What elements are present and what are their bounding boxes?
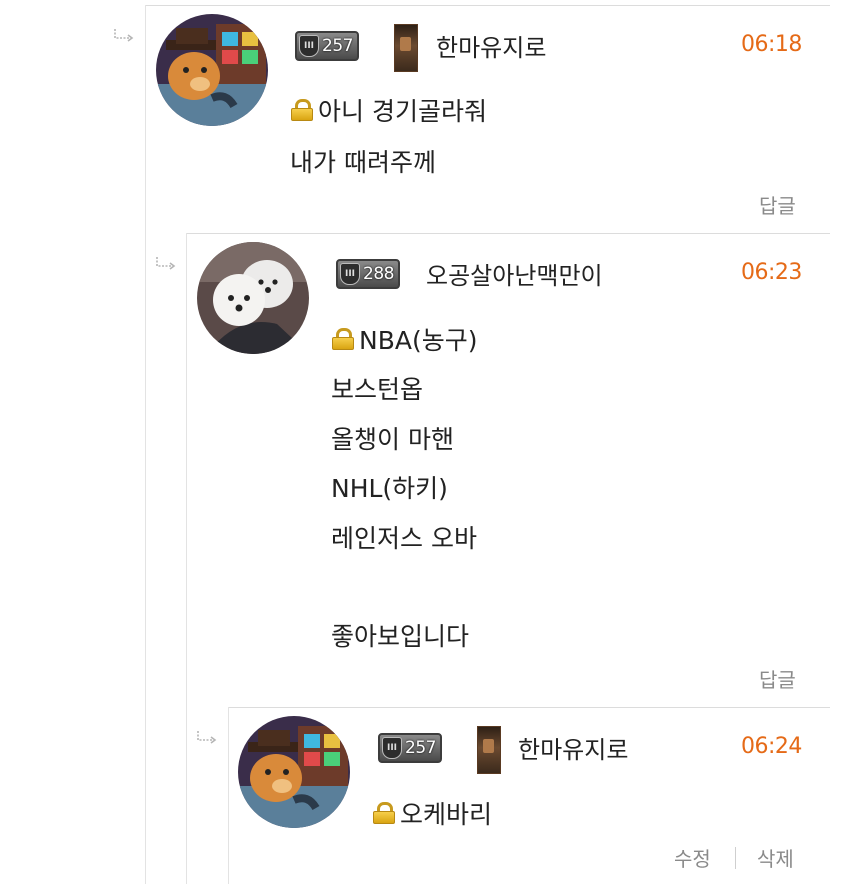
- timestamp: 06:24: [741, 734, 802, 759]
- rank-shield-icon: III: [382, 737, 402, 759]
- level-number: 288: [363, 264, 394, 284]
- title-card-icon: [477, 726, 501, 774]
- reply-button[interactable]: 답글: [759, 190, 796, 219]
- comment-text-line: 좋아보입니다: [331, 622, 470, 651]
- thread-line-2: [186, 233, 187, 884]
- avatar[interactable]: [197, 242, 309, 354]
- rank-shield-icon: III: [340, 263, 360, 285]
- nickname[interactable]: 한마유지로: [518, 730, 628, 765]
- reply-arrow-icon: [156, 257, 176, 270]
- nickname[interactable]: 한마유지로: [436, 28, 546, 63]
- comment-text-line: NHL(하키): [331, 474, 448, 503]
- nickname[interactable]: 오공살아난맥만이: [426, 256, 603, 291]
- comment-text-line: 아니 경기골라줘: [290, 92, 487, 128]
- level-badge: III 257: [295, 31, 359, 61]
- rank-shield-icon: III: [299, 35, 319, 57]
- level-badge: III 288: [336, 259, 400, 289]
- lock-icon: [290, 99, 314, 121]
- thread-line-1: [145, 5, 146, 884]
- reply-button[interactable]: 답글: [759, 664, 796, 693]
- delete-button[interactable]: 삭제: [757, 843, 794, 872]
- comment-text-line: 올챙이 마핸: [331, 425, 454, 454]
- comment-text-line: 레인저스 오바: [331, 524, 477, 553]
- timestamp: 06:18: [741, 32, 802, 57]
- thread-line-3: [228, 707, 229, 884]
- timestamp: 06:23: [741, 260, 802, 285]
- level-badge: III 257: [378, 733, 442, 763]
- comment-text-line: 오케바리: [372, 795, 492, 831]
- comment-text-line: 내가 때려주께: [290, 148, 436, 177]
- comment-text-line: NBA(농구): [331, 321, 477, 357]
- level-number: 257: [405, 738, 436, 758]
- divider-3: [228, 707, 830, 708]
- avatar[interactable]: [156, 14, 268, 126]
- comment-text-line: 보스턴옵: [331, 375, 424, 404]
- bear-arcade-avatar-icon: [238, 716, 350, 828]
- top-divider: [145, 5, 830, 6]
- edit-button[interactable]: 수정: [674, 843, 711, 872]
- lock-icon: [372, 802, 396, 824]
- avatar[interactable]: [238, 716, 350, 828]
- lock-icon: [331, 328, 355, 350]
- reply-arrow-icon: [114, 29, 134, 42]
- bear-arcade-avatar-icon: [156, 14, 268, 126]
- white-dogs-avatar-icon: [197, 242, 309, 354]
- divider-2: [186, 233, 830, 234]
- level-number: 257: [322, 36, 353, 56]
- action-separator: [735, 847, 736, 869]
- title-card-icon: [394, 24, 418, 72]
- reply-arrow-icon: [197, 731, 217, 744]
